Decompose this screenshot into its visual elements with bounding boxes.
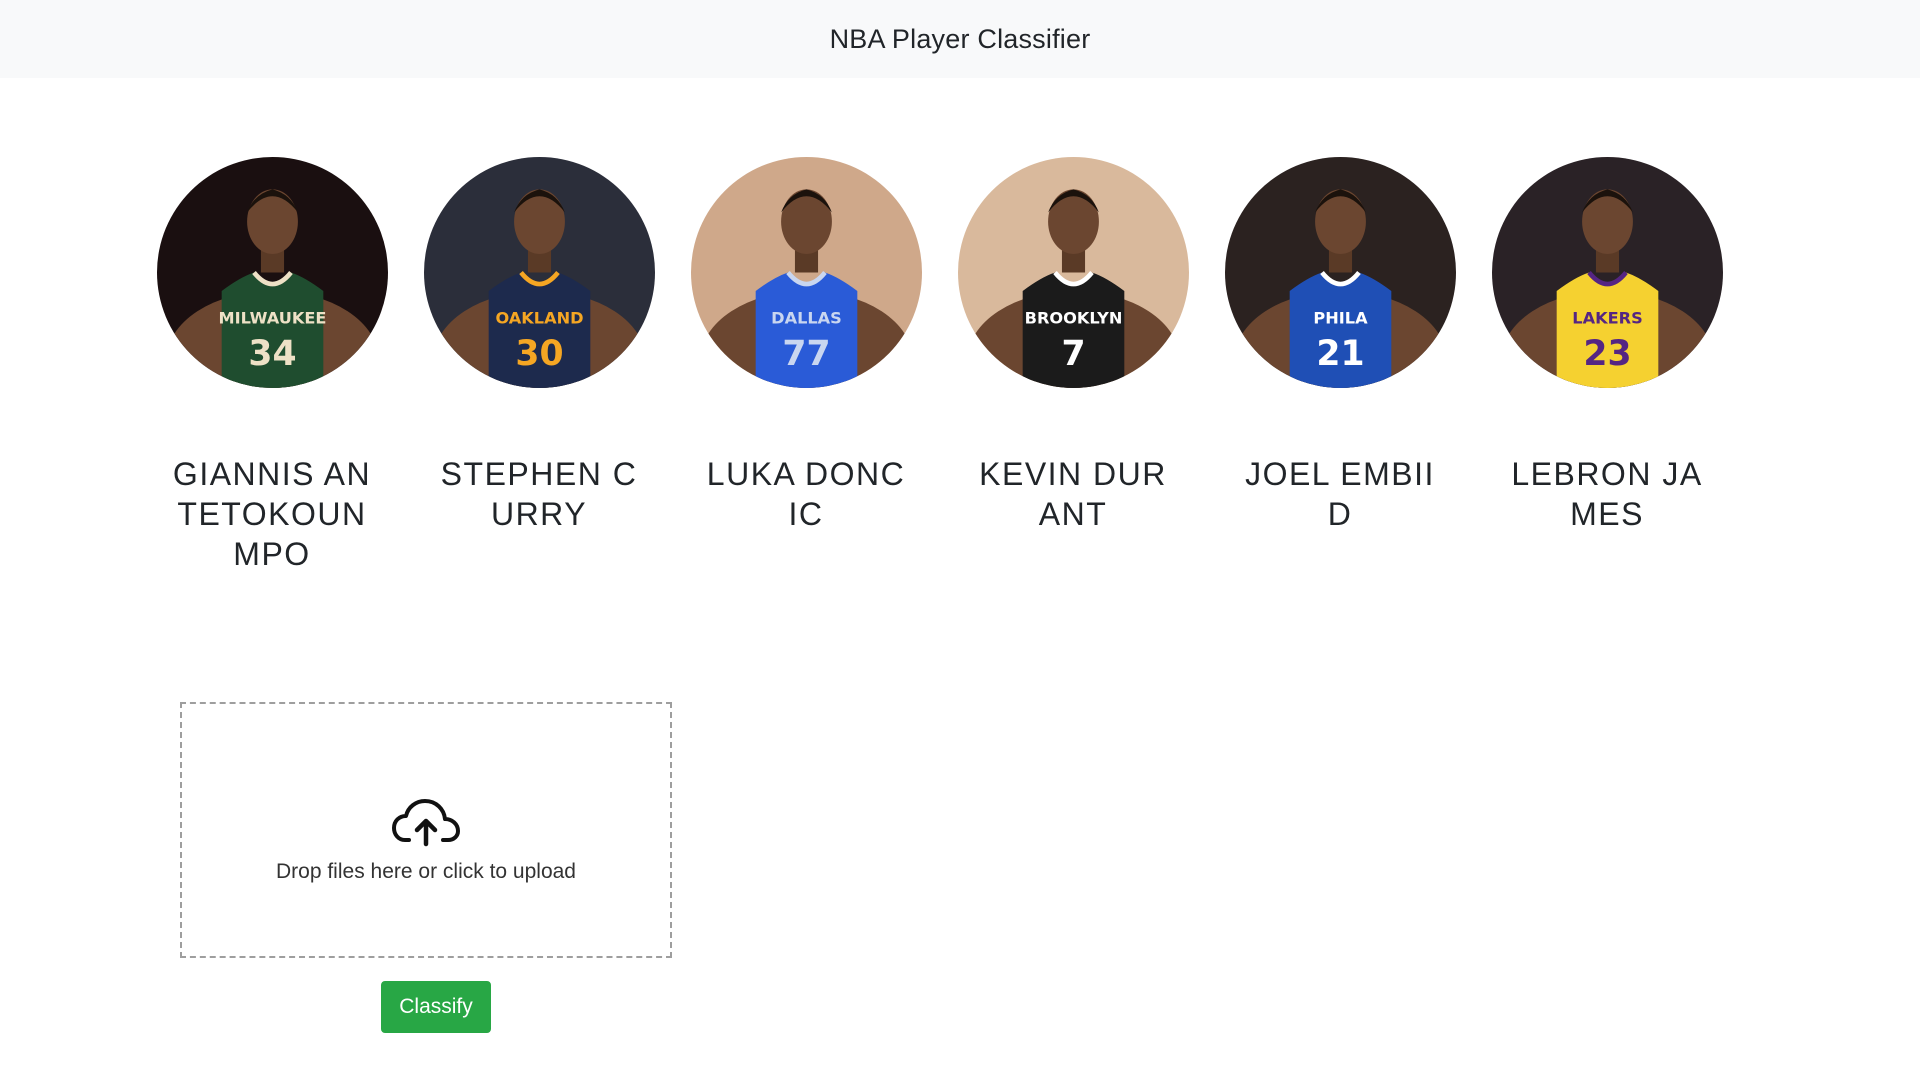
jersey-text: BROOKLYN [1024,308,1122,327]
player-name: JOEL EMBIID [1245,456,1435,532]
jersey-text: LAKERS [1572,308,1642,327]
player-card: MILWAUKEE 34 GIANNIS ANTETOKOUNMPO [152,157,392,574]
player-avatar: LAKERS 23 [1491,157,1723,388]
player-avatar: BROOKLYN 7 [957,157,1189,388]
player-card: OAKLAND 30 STEPHEN CURRY [419,157,659,534]
navbar-title: NBA Player Classifier [829,23,1091,54]
players-row: MILWAUKEE 34 GIANNIS ANTETOKOUNMPO OAKLAND 3… [152,157,1768,597]
player-avatar: MILWAUKEE 34 [156,157,388,388]
file-dropzone[interactable]: Drop files here or click to upload [180,702,672,958]
jersey-number: 21 [1316,334,1364,374]
jersey-text: PHILA [1313,308,1368,327]
jersey-text: OAKLAND [495,308,583,327]
player-name: GIANNIS ANTETOKOUNMPO [172,456,372,572]
player-avatar: DALLAS 77 [690,157,922,388]
player-card: DALLAS 77 LUKA DONCIC [686,157,926,534]
player-avatar: OAKLAND 30 [423,157,655,388]
player-card: LAKERS 23 LEBRON JAMES [1487,157,1727,534]
jersey-number: 7 [1061,334,1085,374]
jersey-text: DALLAS [771,308,842,327]
classify-button[interactable]: Classify [381,981,491,1033]
player-name: STEPHEN CURRY [440,456,638,532]
player-name: LEBRON JAMES [1511,456,1703,532]
player-name: LUKA DONCIC [706,456,906,532]
jersey-number: 23 [1583,334,1631,374]
player-avatar: PHILA 21 [1224,157,1456,388]
jersey-number: 34 [248,334,296,374]
navbar: NBA Player Classifier [0,0,1920,78]
jersey-number: 77 [782,334,830,374]
jersey-number: 30 [515,334,563,374]
dropzone-text: Drop files here or click to upload [276,860,576,883]
player-card: BROOKLYN 7 KEVIN DURANT [953,157,1193,534]
jersey-text: MILWAUKEE [218,308,326,327]
cloud-upload-icon [392,799,460,847]
player-card: PHILA 21 JOEL EMBIID [1220,157,1460,534]
player-name: KEVIN DURANT [979,456,1167,532]
